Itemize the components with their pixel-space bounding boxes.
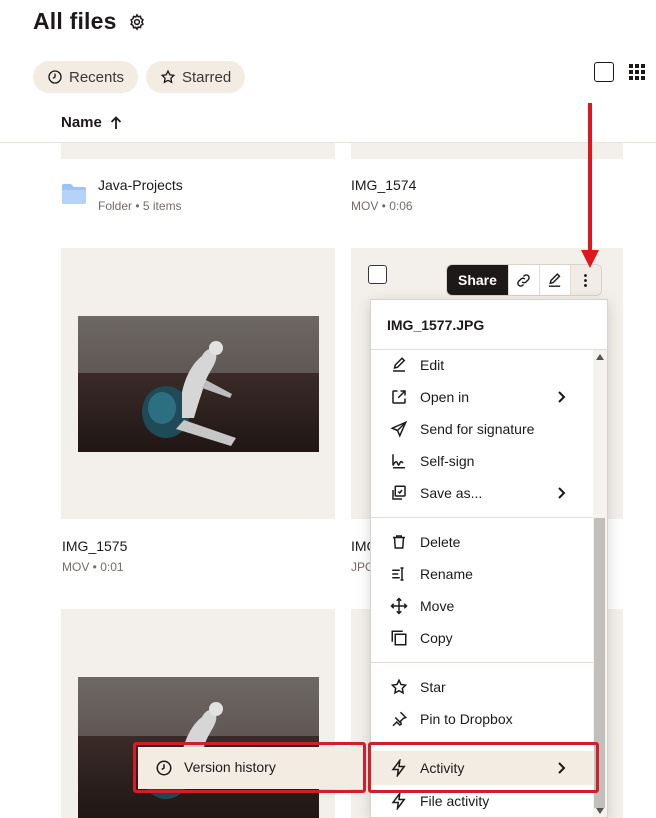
- menu-item-send-for-signature[interactable]: Send for signature: [371, 414, 593, 444]
- edit-button[interactable]: [538, 265, 570, 295]
- select-all-checkbox[interactable]: [594, 62, 614, 82]
- annotation-arrow-head: [581, 250, 599, 268]
- menu-item-save-as[interactable]: Save as...: [371, 478, 593, 508]
- send-icon: [390, 420, 408, 438]
- save-as-icon: [390, 484, 408, 502]
- more-vertical-icon: [584, 273, 588, 287]
- menu-item-edit[interactable]: Edit: [371, 350, 593, 380]
- sort-by-name-header[interactable]: Name: [61, 114, 122, 131]
- menu-item-self-sign[interactable]: Self-sign: [371, 446, 593, 476]
- file-context-menu: IMG_1577.JPG Edit Open in Send for signa…: [370, 299, 608, 818]
- menu-item-label: File activity: [420, 793, 490, 809]
- scroll-up-arrow-icon[interactable]: [596, 354, 604, 360]
- file-name[interactable]: IMG_1575: [62, 538, 127, 554]
- sort-label: Name: [61, 114, 102, 131]
- menu-item-label: Edit: [420, 357, 445, 373]
- recents-label: Recents: [69, 68, 125, 86]
- file-tile[interactable]: [61, 248, 335, 519]
- file-name[interactable]: Java-Projects: [98, 177, 183, 193]
- trash-icon: [390, 533, 408, 551]
- menu-item-move[interactable]: Move: [371, 591, 593, 621]
- menu-item-label: Save as...: [420, 485, 483, 501]
- thumbnail-image: [78, 316, 319, 452]
- file-select-checkbox[interactable]: [368, 265, 387, 284]
- file-tile-partial[interactable]: [351, 143, 623, 159]
- menu-item-pin-to-dropbox[interactable]: Pin to Dropbox: [371, 704, 593, 734]
- star-icon: [160, 69, 176, 84]
- recents-filter-button[interactable]: Recents: [33, 61, 139, 93]
- menu-item-label: Delete: [420, 534, 461, 550]
- menu-item-label: Self-sign: [420, 453, 475, 469]
- clock-icon: [48, 70, 62, 84]
- file-action-bar: Share: [446, 264, 602, 296]
- arrow-up-icon: [110, 115, 121, 129]
- rename-icon: [390, 565, 408, 583]
- chevron-right-icon: [558, 391, 566, 403]
- chevron-right-icon: [558, 487, 566, 499]
- move-icon: [390, 597, 408, 615]
- scroll-down-arrow-icon[interactable]: [596, 808, 604, 814]
- menu-item-star[interactable]: Star: [371, 672, 593, 702]
- lightning-icon: [390, 792, 408, 810]
- star-icon: [390, 678, 408, 696]
- grid-view-icon[interactable]: [629, 64, 645, 80]
- menu-item-label: Copy: [420, 630, 453, 646]
- file-meta: MOV • 0:06: [351, 199, 413, 213]
- file-tile-partial[interactable]: [61, 143, 335, 159]
- gear-icon[interactable]: [128, 13, 146, 31]
- starred-filter-button[interactable]: Starred: [146, 61, 246, 93]
- open-external-icon: [390, 388, 408, 406]
- menu-title: IMG_1577.JPG: [387, 317, 485, 333]
- pin-icon: [390, 710, 408, 728]
- menu-item-label: Open in: [420, 389, 470, 405]
- file-meta: Folder • 5 items: [98, 199, 182, 213]
- menu-item-label: Rename: [420, 566, 473, 582]
- menu-divider: [371, 662, 593, 663]
- highlight-box-activity: [368, 742, 599, 793]
- copy-link-button[interactable]: [507, 265, 539, 295]
- menu-item-open-in[interactable]: Open in: [371, 382, 593, 412]
- file-name[interactable]: IMG_1574: [351, 177, 416, 193]
- copy-icon: [390, 629, 408, 647]
- folder-icon: [62, 184, 86, 204]
- menu-item-label: Pin to Dropbox: [420, 711, 513, 727]
- annotation-arrow: [588, 103, 592, 253]
- starred-label: Starred: [182, 68, 232, 86]
- menu-item-delete[interactable]: Delete: [371, 527, 593, 557]
- share-button[interactable]: Share: [447, 265, 508, 295]
- signature-icon: [390, 452, 408, 470]
- edit-icon: [549, 272, 561, 287]
- menu-item-label: Star: [420, 679, 446, 695]
- page-title: All files: [33, 8, 117, 34]
- menu-item-copy[interactable]: Copy: [371, 623, 593, 653]
- highlight-box-version-history: [133, 742, 366, 793]
- pencil-icon: [390, 356, 408, 374]
- file-meta: MOV • 0:01: [62, 560, 124, 574]
- menu-item-rename[interactable]: Rename: [371, 559, 593, 589]
- menu-item-label: Send for signature: [420, 421, 535, 437]
- menu-divider: [371, 517, 593, 518]
- more-options-button[interactable]: [569, 265, 601, 295]
- link-icon: [517, 273, 531, 287]
- menu-item-label: Move: [420, 598, 455, 614]
